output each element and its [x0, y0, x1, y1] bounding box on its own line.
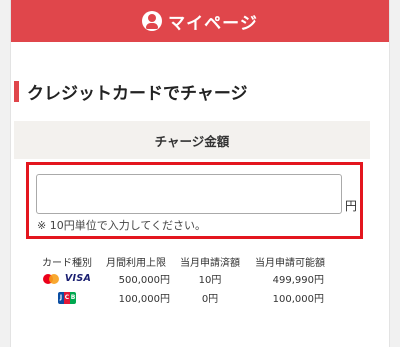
input-note: ※ 10円単位で入力してください。 [37, 219, 207, 232]
charge-amount-input[interactable] [36, 174, 342, 214]
applied-amount-cell: 10円 [198, 275, 222, 286]
section-heading: クレジットカードでチャージ [14, 79, 248, 104]
header-available-amount: 当月申請可能額 [255, 257, 325, 269]
visa-icon: VISA [64, 273, 92, 284]
card-limits-table: カード種別 月間利用上限 当月申請済額 当月申請可能額 VISA 500,000… [36, 253, 334, 307]
charge-amount-heading: チャージ金額 [14, 121, 370, 159]
header-applied-amount: 当月申請済額 [180, 257, 240, 269]
user-icon [142, 11, 163, 31]
table-row: JCB 100,000円 0円 100,000円 [36, 288, 334, 307]
page-header: マイページ [11, 0, 389, 42]
available-amount-cell: 499,990円 [272, 275, 324, 286]
section-title: クレジットカードでチャージ [27, 84, 248, 104]
mastercard-icon [42, 273, 59, 284]
table-header-row: カード種別 月間利用上限 当月申請済額 当月申請可能額 [36, 253, 334, 269]
monthly-limit-cell: 100,000円 [118, 294, 170, 305]
header-card-type: カード種別 [42, 257, 92, 269]
applied-amount-cell: 0円 [201, 294, 219, 305]
currency-unit: 円 [345, 199, 358, 213]
monthly-limit-cell: 500,000円 [118, 275, 170, 286]
header-monthly-limit: 月間利用上限 [106, 257, 166, 269]
table-row: VISA 500,000円 10円 499,990円 [36, 269, 334, 288]
page-title: マイページ [168, 13, 258, 34]
heading-accent-bar [14, 81, 19, 102]
available-amount-cell: 100,000円 [272, 294, 324, 305]
jcb-icon: JCB [58, 291, 76, 304]
